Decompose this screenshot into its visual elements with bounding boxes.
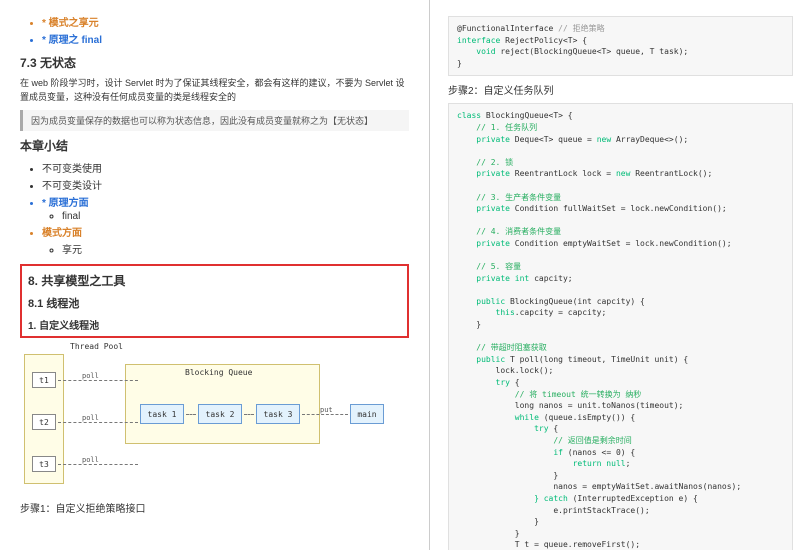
main-box: main xyxy=(350,404,384,424)
step1-label: 步骤1：自定义拒绝策略接口 xyxy=(20,500,409,515)
task-2: task 2 xyxy=(198,404,242,424)
top-bullets: * 模式之享元 * 原理之 final xyxy=(20,14,409,46)
thread-t3: t3 xyxy=(32,456,56,472)
heading-8-1: 8.1 线程池 xyxy=(28,295,401,311)
code-blocking-queue: class BlockingQueue<T> { // 1. 任务队列 priv… xyxy=(448,103,793,550)
thread-t2: t2 xyxy=(32,414,56,430)
arrow-poll-1: poll xyxy=(82,372,99,380)
summary-item-4: 模式方面 享元 xyxy=(42,224,409,256)
left-page: * 模式之享元 * 原理之 final 7.3 无状态 在 web 阶段学习时，… xyxy=(0,0,430,550)
summary-list: 不可变类使用 不可变类设计 * 原理方面 final 模式方面 享元 xyxy=(20,160,409,256)
blocking-queue-label: Blocking Queue xyxy=(185,368,252,377)
summary-item-3a: final xyxy=(62,211,409,222)
highlight-section-8: 8. 共享模型之工具 8.1 线程池 1. 自定义线程池 xyxy=(20,264,409,338)
right-page: @FunctionalInterface // 拒绝策略 interface R… xyxy=(430,0,811,550)
heading-8-1-1: 1. 自定义线程池 xyxy=(28,317,401,332)
bullet-final: * 原理之 final xyxy=(42,31,409,46)
arrow-poll-3: poll xyxy=(82,456,99,464)
code-reject-policy: @FunctionalInterface // 拒绝策略 interface R… xyxy=(448,16,793,76)
threadpool-diagram: Thread Pool t1 t2 t3 Blocking Queue task… xyxy=(20,344,390,494)
note-stateless: 因为成员变量保存的数据也可以称为状态信息，因此没有成员变量就称之为【无状态】 xyxy=(20,110,409,131)
heading-summary: 本章小结 xyxy=(20,137,409,154)
task-1: task 1 xyxy=(140,404,184,424)
thread-t1: t1 xyxy=(32,372,56,388)
thread-pool-label: Thread Pool xyxy=(70,342,123,351)
summary-item-2: 不可变类设计 xyxy=(42,177,409,192)
step2-label: 步骤2：自定义任务队列 xyxy=(448,82,793,97)
heading-7-3: 7.3 无状态 xyxy=(20,54,409,71)
summary-item-3: * 原理方面 final xyxy=(42,194,409,222)
arrow-put: put xyxy=(320,406,333,414)
summary-item-1: 不可变类使用 xyxy=(42,160,409,175)
arrow-poll-2: poll xyxy=(82,414,99,422)
summary-item-4a: 享元 xyxy=(62,241,409,256)
bullet-pattern: * 模式之享元 xyxy=(42,14,409,29)
heading-8: 8. 共享模型之工具 xyxy=(28,272,401,289)
paragraph-7-3: 在 web 阶段学习时，设计 Servlet 时为了保证其线程安全，都会有这样的… xyxy=(20,77,409,104)
task-3: task 3 xyxy=(256,404,300,424)
